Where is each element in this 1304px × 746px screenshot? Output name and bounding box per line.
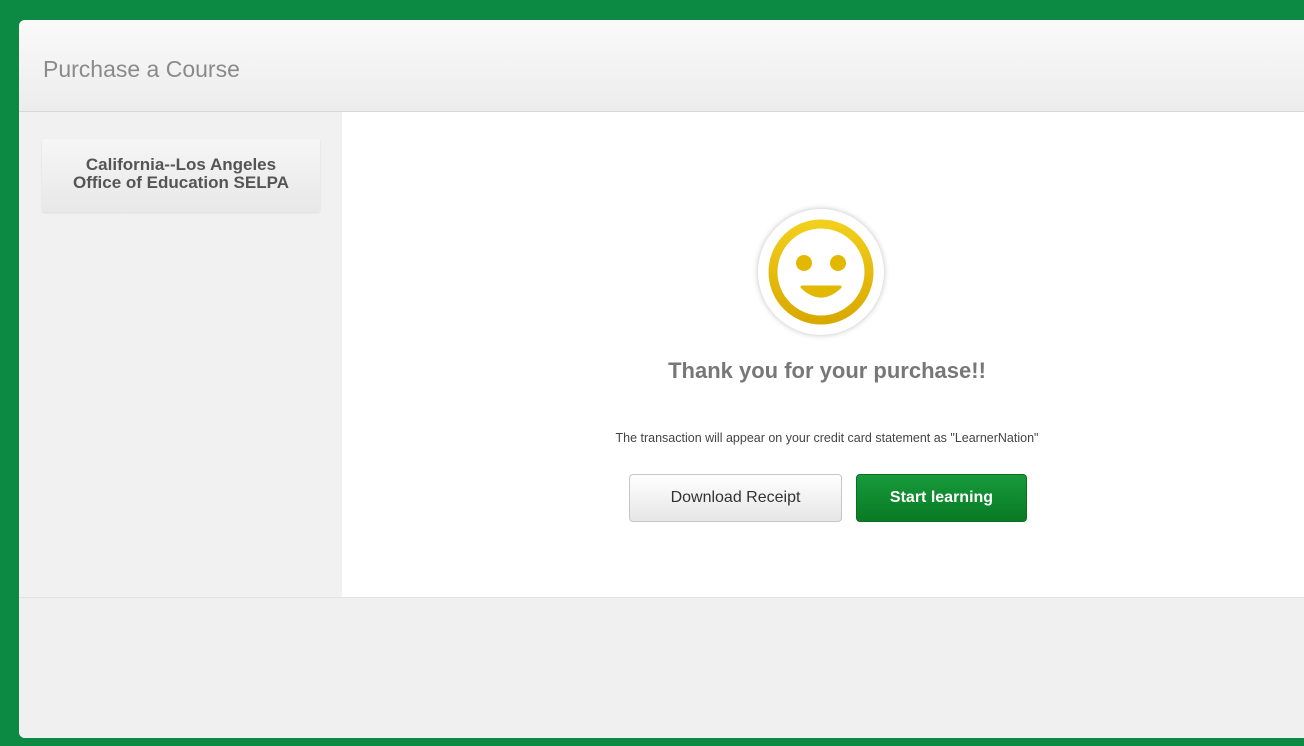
modal-header: Purchase a Course [19, 20, 1304, 112]
organization-name-line1: California--Los Angeles [85, 155, 277, 174]
thank-you-heading: Thank you for your purchase!! [668, 358, 986, 383]
download-receipt-button[interactable]: Download Receipt [629, 474, 842, 522]
start-learning-button[interactable]: Start learning [856, 474, 1027, 522]
smiley-face-icon [758, 209, 884, 335]
app-frame: Purchase a Course California--Los Angele… [0, 0, 1304, 746]
modal-footer [19, 597, 1304, 738]
purchase-modal: Purchase a Course California--Los Angele… [19, 20, 1304, 738]
page-title: Purchase a Course [43, 56, 240, 82]
confirmation-panel: Thank you for your purchase!! The transa… [342, 112, 1304, 597]
statement-note: The transaction will appear on your cred… [615, 431, 1039, 445]
organization-name-line2: Office of Education SELPA [73, 173, 289, 192]
organization-card: California--Los Angeles Office of Educat… [42, 139, 320, 212]
sidebar: California--Los Angeles Office of Educat… [19, 112, 342, 597]
